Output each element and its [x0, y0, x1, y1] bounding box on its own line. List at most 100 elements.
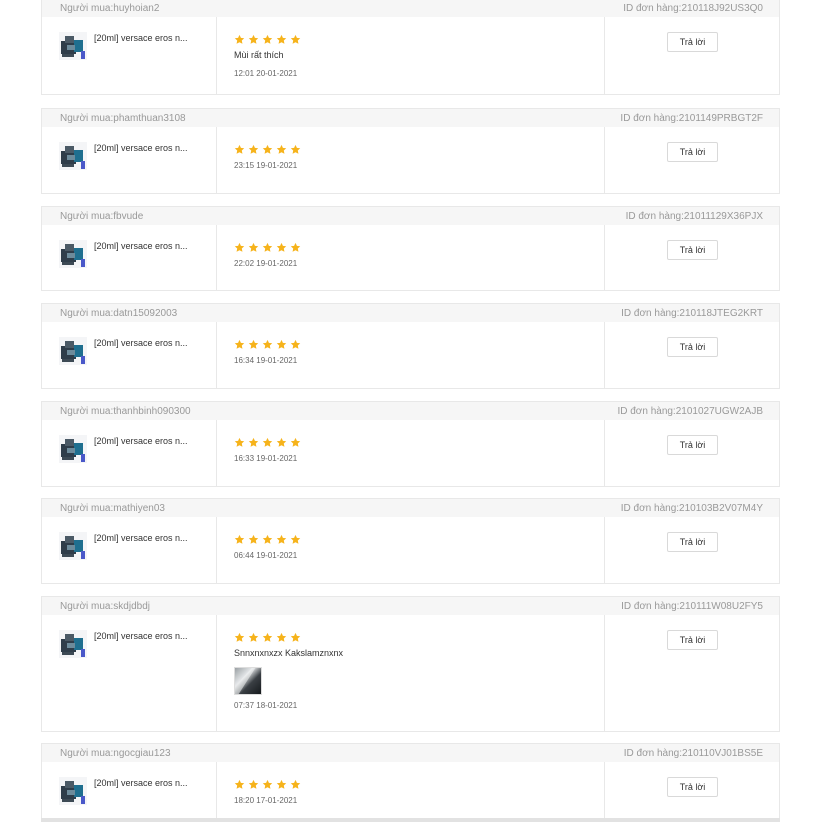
product-name[interactable]: [20ml] versace eros n...	[94, 778, 188, 788]
review-header: Người mua:fbvude ID đơn hàng:21011129X36P…	[42, 207, 779, 225]
buyer-label: Người mua:	[60, 210, 114, 222]
review-timestamp: 16:34 19-01-2021	[234, 356, 298, 365]
star-icon	[262, 777, 273, 795]
product-thumbnail[interactable]	[59, 337, 87, 365]
reply-button[interactable]: Trả lời	[667, 435, 718, 455]
star-icon	[290, 777, 301, 795]
reply-button[interactable]: Trả lời	[667, 630, 718, 650]
review-timestamp: 16:33 19-01-2021	[234, 454, 298, 463]
order-id-label: ID đơn hàng:	[623, 2, 682, 14]
star-icon	[276, 777, 287, 795]
review-photo[interactable]	[234, 667, 262, 695]
review-body: [20ml] versace eros n... Snnxnxnxzx Kaksl…	[42, 615, 779, 731]
star-rating	[234, 240, 301, 258]
review-card: Người mua:ngocgiau123 ID đơn hàng:210110V…	[41, 743, 780, 822]
star-icon	[262, 337, 273, 355]
action-column: Trả lời	[605, 225, 779, 290]
review-header: Người mua:mathiyen03 ID đơn hàng:210103B2…	[42, 499, 779, 517]
review-timestamp: 22:02 19-01-2021	[234, 259, 298, 268]
star-icon	[234, 777, 245, 795]
reply-button[interactable]: Trả lời	[667, 337, 718, 357]
star-rating	[234, 532, 301, 550]
star-icon	[276, 240, 287, 258]
order-id-value: 210118JTEG2KRT	[679, 307, 763, 319]
order-id-value: 2101149PRBGT2F	[678, 112, 763, 124]
review-timestamp: 06:44 19-01-2021	[234, 551, 298, 560]
buyer-label: Người mua:	[60, 502, 114, 514]
product-name[interactable]: [20ml] versace eros n...	[94, 631, 188, 641]
buyer-label: Người mua:	[60, 600, 114, 612]
reply-button[interactable]: Trả lời	[667, 32, 718, 52]
buyer-label: Người mua:	[60, 112, 114, 124]
action-column: Trả lời	[605, 17, 779, 94]
product-column: [20ml] versace eros n...	[42, 127, 217, 193]
order-id-label: ID đơn hàng:	[620, 502, 680, 514]
review-header: Người mua:ngocgiau123 ID đơn hàng:210110V…	[42, 744, 779, 762]
product-name[interactable]: [20ml] versace eros n...	[94, 338, 188, 348]
product-column: [20ml] versace eros n...	[42, 762, 217, 822]
product-name[interactable]: [20ml] versace eros n...	[94, 436, 188, 446]
action-column: Trả lời	[605, 615, 779, 731]
rating-column: Snnxnxnxzx Kakslamznxnx 07:37 18-01-2021	[217, 615, 605, 731]
rating-column: 06:44 19-01-2021	[217, 517, 605, 583]
action-column: Trả lời	[605, 322, 779, 388]
review-comment: Snnxnxnxzx Kakslamznxnx	[234, 648, 344, 658]
buyer-label: Người mua:	[60, 2, 114, 14]
star-icon	[290, 532, 301, 550]
review-comment: Mùi rất thích	[234, 50, 284, 60]
star-icon	[290, 240, 301, 258]
product-name[interactable]: [20ml] versace eros n...	[94, 33, 188, 43]
product-thumbnail[interactable]	[59, 32, 87, 60]
buyer-info: Người mua:thanhbinh090300	[60, 406, 191, 417]
rating-column: Mùi rất thích 12:01 20-01-2021	[217, 17, 605, 94]
star-icon	[234, 337, 245, 355]
star-icon	[290, 32, 301, 50]
product-thumbnail[interactable]	[59, 777, 87, 805]
star-icon	[276, 142, 287, 160]
order-info: ID đơn hàng:210111W08U2FY5	[621, 601, 763, 612]
star-rating	[234, 32, 301, 50]
bottom-divider	[41, 818, 780, 822]
reply-button[interactable]: Trả lời	[667, 142, 718, 162]
review-body: [20ml] versace eros n... 16:34 19-01-2021…	[42, 322, 779, 388]
star-icon	[276, 32, 287, 50]
buyer-info: Người mua:ngocgiau123	[60, 748, 171, 759]
product-column: [20ml] versace eros n...	[42, 420, 217, 486]
rating-column: 18:20 17-01-2021	[217, 762, 605, 822]
product-thumbnail[interactable]	[59, 532, 87, 560]
star-icon	[276, 435, 287, 453]
star-rating	[234, 630, 301, 648]
order-id-label: ID đơn hàng:	[617, 405, 676, 417]
buyer-name: mathiyen03	[113, 502, 165, 514]
star-icon	[276, 337, 287, 355]
order-id-value: 210103B2V07M4Y	[679, 502, 763, 514]
reply-button[interactable]: Trả lời	[667, 532, 718, 552]
reply-button[interactable]: Trả lời	[667, 777, 718, 797]
review-timestamp: 07:37 18-01-2021	[234, 701, 298, 710]
product-name[interactable]: [20ml] versace eros n...	[94, 533, 188, 543]
product-thumbnail[interactable]	[59, 142, 87, 170]
review-header: Người mua:skdjdbdj ID đơn hàng:210111W08U…	[42, 597, 779, 615]
product-thumbnail[interactable]	[59, 630, 87, 658]
order-id-label: ID đơn hàng:	[620, 112, 679, 124]
star-icon	[248, 777, 259, 795]
buyer-info: Người mua:mathiyen03	[60, 503, 165, 514]
order-info: ID đơn hàng:21011129X36PJX	[626, 211, 763, 222]
star-icon	[248, 337, 259, 355]
order-info: ID đơn hàng:2101027UGW2AJB	[617, 406, 763, 417]
star-icon	[262, 142, 273, 160]
order-id-label: ID đơn hàng:	[621, 307, 680, 319]
product-column: [20ml] versace eros n...	[42, 322, 217, 388]
star-icon	[290, 337, 301, 355]
reply-button[interactable]: Trả lời	[667, 240, 718, 260]
order-info: ID đơn hàng:210118JTEG2KRT	[621, 308, 763, 319]
product-thumbnail[interactable]	[59, 435, 87, 463]
product-name[interactable]: [20ml] versace eros n...	[94, 241, 188, 251]
product-thumbnail[interactable]	[59, 240, 87, 268]
product-name[interactable]: [20ml] versace eros n...	[94, 143, 188, 153]
review-card: Người mua:fbvude ID đơn hàng:21011129X36P…	[41, 206, 780, 291]
rating-column: 23:15 19-01-2021	[217, 127, 605, 193]
order-info: ID đơn hàng:2101149PRBGT2F	[620, 113, 763, 124]
review-header: Người mua:thanhbinh090300 ID đơn hàng:210…	[42, 402, 779, 420]
star-icon	[234, 630, 245, 648]
